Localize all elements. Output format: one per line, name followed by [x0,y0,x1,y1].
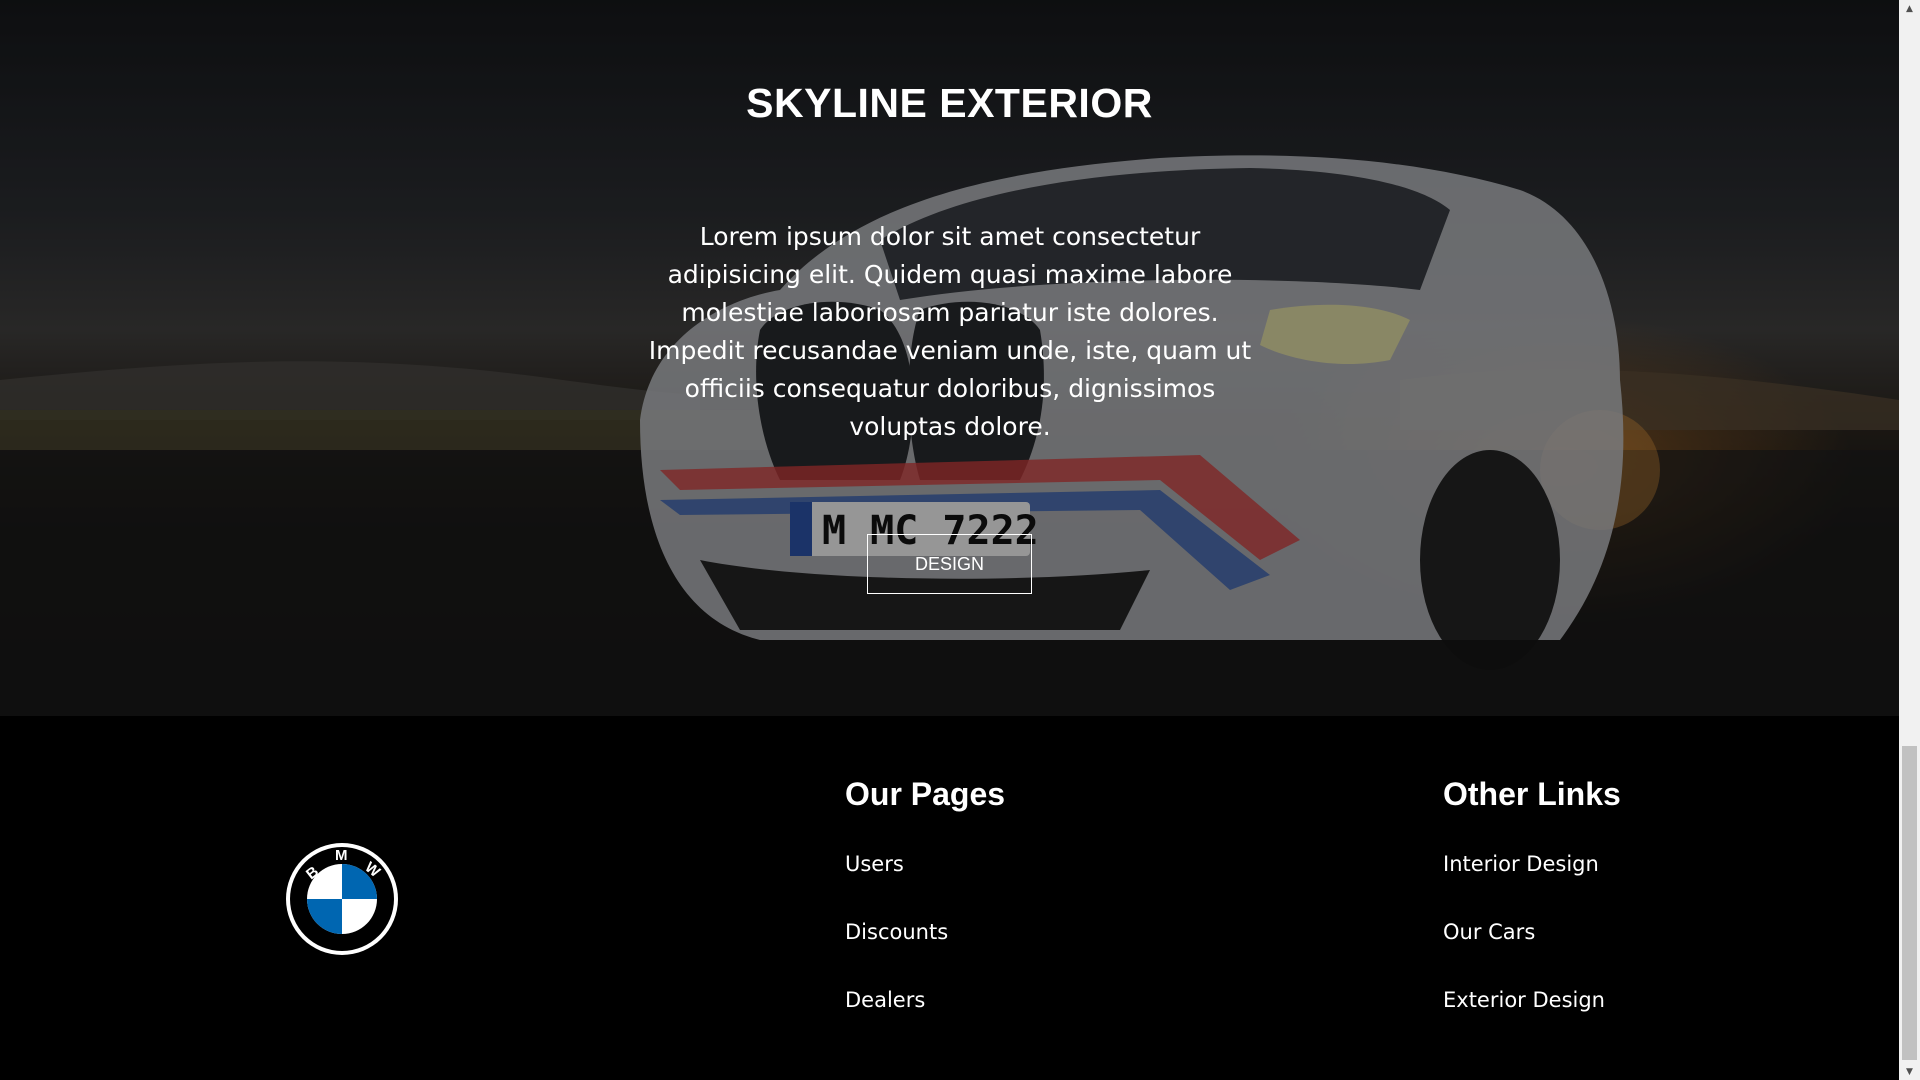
page: M MC 7222 SKYLINE EXTERIOR Lorem ipsum d… [0,0,1899,1080]
footer-link-exterior-design[interactable]: Exterior Design [1443,988,1605,1012]
footer-column-our-pages: Our Pages Users Discounts Dealers [845,778,1005,1056]
footer-link-item: Interior Design [1443,852,1621,920]
hero-title: SKYLINE EXTERIOR [746,80,1153,126]
vertical-scrollbar[interactable]: ▲ ▼ [1899,0,1920,1080]
footer-link-users[interactable]: Users [845,852,904,876]
footer-link-interior-design[interactable]: Interior Design [1443,852,1599,876]
footer: B M W Our Pages Users Discounts Dealers … [0,716,1899,1080]
chevron-up-icon[interactable]: ▲ [1899,0,1920,17]
footer-link-item: Dealers [845,988,1005,1056]
scrollbar-thumb[interactable] [1902,746,1917,1060]
bmw-logo-icon[interactable]: B M W [284,841,400,957]
design-button[interactable]: DESIGN [867,534,1032,594]
footer-link-discounts[interactable]: Discounts [845,920,948,944]
footer-link-item: Discounts [845,920,1005,988]
footer-link-item: Exterior Design [1443,988,1621,1056]
footer-link-item: Users [845,852,1005,920]
svg-text:M: M [335,847,348,864]
our-pages-heading: Our Pages [845,776,1006,812]
footer-column-other-links: Other Links Interior Design Our Cars Ext… [1443,778,1621,1056]
chevron-down-icon[interactable]: ▼ [1899,1063,1920,1080]
hero-paragraph: Lorem ipsum dolor sit amet consectetur a… [648,222,1252,441]
footer-link-dealers[interactable]: Dealers [845,988,925,1012]
footer-link-our-cars[interactable]: Our Cars [1443,920,1535,944]
footer-link-item: Our Cars [1443,920,1621,988]
hero-section: M MC 7222 SKYLINE EXTERIOR Lorem ipsum d… [0,0,1899,716]
other-links-heading: Other Links [1443,776,1621,812]
